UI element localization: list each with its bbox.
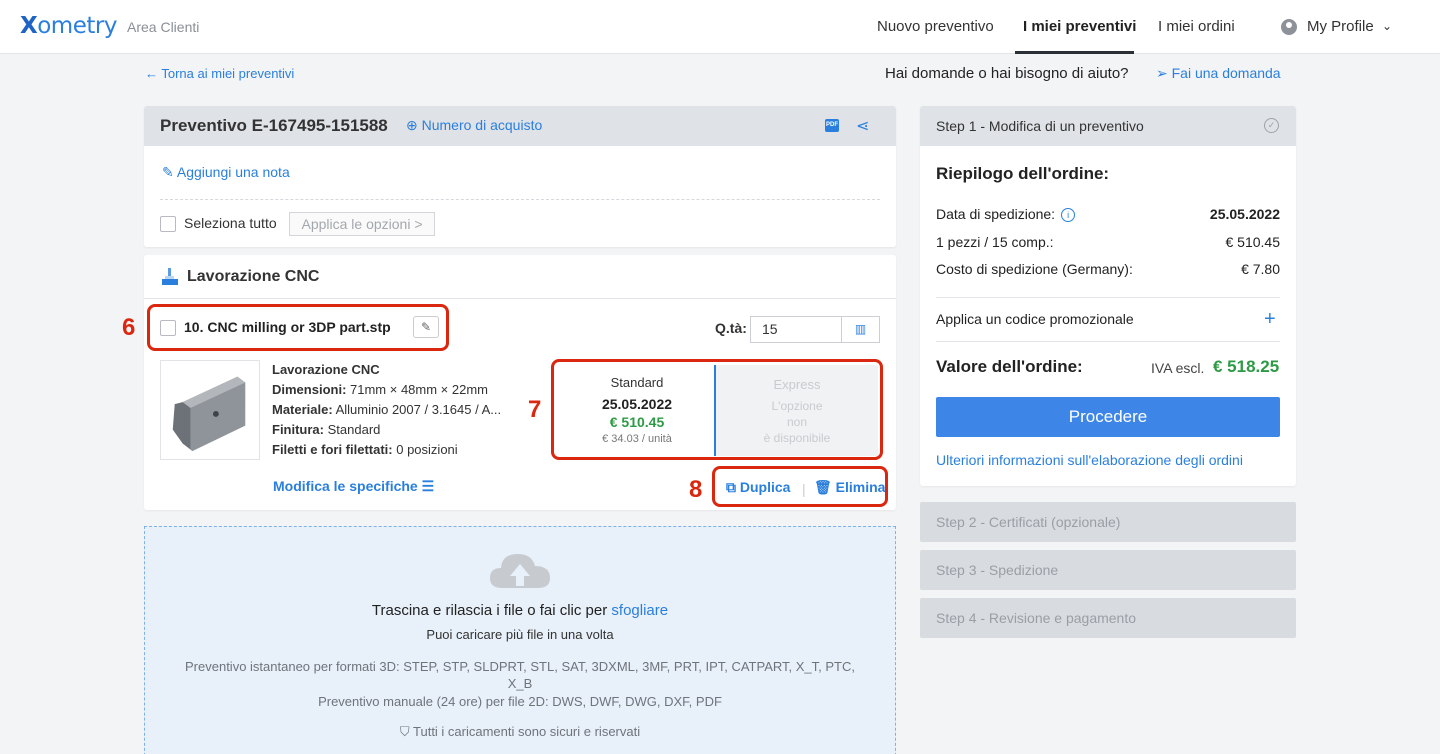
spec-mat-value: Alluminio 2007 / 3.1645 / A... (332, 402, 502, 417)
annotation-8: 8 (689, 476, 703, 503)
nav-my-orders[interactable]: I miei ordini (1158, 18, 1235, 35)
po-label: Numero di acquisto (421, 117, 543, 133)
modify-label: Modifica le specifiche (273, 478, 418, 494)
area-clienti-label: Area Clienti (127, 19, 200, 35)
pdf-icon[interactable]: PDF (825, 119, 839, 132)
quote-title: Preventivo E-167495-151588 (160, 116, 388, 135)
upload-3d-formats: Preventivo istantaneo per formati 3D: ST… (185, 659, 855, 691)
quote-header: Preventivo E-167495-151588 ⊕ Numero di a… (144, 106, 896, 146)
cnc-section-title: Lavorazione CNC (187, 268, 320, 285)
chevron-down-icon[interactable]: ⌄ (1382, 19, 1392, 33)
annotation-box-7 (551, 359, 883, 460)
upload-instruction: Trascina e rilascia i file o fai clic pe… (144, 602, 896, 619)
upload-secure: ⛉ Tutti i caricamenti sono sicuri e rise… (144, 724, 896, 740)
order-info-link[interactable]: Ulteriori informazioni sull'elaborazione… (936, 452, 1243, 468)
step1-title: Step 1 - Modifica di un preventivo (936, 118, 1144, 134)
pieces-value: € 510.45 (1225, 234, 1281, 250)
select-all-checkbox[interactable] (160, 216, 176, 232)
divider (936, 297, 1280, 298)
spec-fin-value: Standard (324, 422, 381, 437)
nav-my-quotes[interactable]: I miei preventivi (1023, 18, 1136, 35)
select-all-label: Seleziona tutto (184, 215, 277, 231)
step1-header[interactable]: Step 1 - Modifica di un preventivo ✓ (920, 106, 1296, 146)
ask-question-link[interactable]: ➢ Fai una domanda (1156, 65, 1281, 82)
order-total-label: Valore dell'ordine: (936, 357, 1083, 376)
spec-thr-value: 0 posizioni (392, 442, 458, 457)
nav-new-quote[interactable]: Nuovo preventivo (877, 18, 994, 35)
upload-text: Trascina e rilascia i file o fai clic pe… (371, 602, 612, 619)
info-icon[interactable]: i (1061, 208, 1076, 223)
plus-icon[interactable]: + (1264, 308, 1276, 331)
paper-plane-icon: ➢ (1156, 65, 1172, 81)
ship-cost-label: Costo di spedizione (Germany): (936, 261, 1133, 277)
divider (936, 341, 1280, 342)
plus-circle-icon: ⊕ (406, 117, 422, 133)
help-text: Hai domande o hai bisogno di aiuto? (885, 65, 1129, 82)
step3-header[interactable]: Step 3 - Spedizione (920, 550, 1296, 590)
spec-dim-label: Dimensioni: (272, 382, 347, 397)
quantity-input[interactable]: 15 (750, 316, 842, 343)
spec-fin-label: Finitura: (272, 422, 324, 437)
cloud-upload-icon (490, 554, 550, 588)
ship-date-value: 25.05.2022 (1209, 206, 1280, 222)
check-circle-icon: ✓ (1264, 118, 1279, 133)
annotation-box-8 (712, 466, 888, 507)
divider (144, 298, 896, 299)
ship-cost-value: € 7.80 (1241, 261, 1280, 277)
xometry-logo[interactable]: Xometry (20, 13, 117, 39)
apply-options-button[interactable]: Applica le opzioni > (289, 212, 435, 236)
part-specs: Lavorazione CNC Dimensioni: 71mm × 48mm … (272, 360, 501, 460)
upload-secure-text: Tutti i caricamenti sono sicuri e riserv… (413, 724, 641, 739)
cnc-machine-icon (162, 268, 178, 285)
spec-dim-value: 71mm × 48mm × 22mm (346, 382, 489, 397)
sliders-icon: ☰ (417, 478, 435, 494)
active-nav-underline (1015, 51, 1134, 54)
ask-label: Fai una domanda (1171, 65, 1281, 81)
add-note-link[interactable]: ✎ Aggiungi una nota (162, 164, 290, 181)
quantity-label: Q.tà: (715, 320, 747, 336)
ship-date-text: Data di spedizione: (936, 206, 1056, 222)
ship-date-label: Data di spedizione: i (936, 206, 1076, 223)
profile-menu[interactable]: My Profile (1307, 18, 1374, 35)
purchase-number-link[interactable]: ⊕ Numero di acquisto (406, 117, 542, 134)
bar-chart-icon[interactable]: ▥ (841, 316, 880, 343)
top-navbar: Xometry Area Clienti Nuovo preventivo I … (0, 0, 1440, 54)
back-link[interactable]: ← Torna ai miei preventivi (145, 66, 294, 81)
part-thumbnail (160, 360, 260, 460)
upload-2d-formats: Preventivo manuale (24 ore) per file 2D:… (318, 694, 722, 709)
summary-title: Riepilogo dell'ordine: (936, 164, 1110, 183)
step2-header[interactable]: Step 2 - Certificati (opzionale) (920, 502, 1296, 542)
edit-icon: ✎ (162, 164, 177, 180)
browse-link[interactable]: sfogliare (611, 602, 668, 619)
pieces-label: 1 pezzi / 15 comp.: (936, 234, 1054, 250)
avatar-icon[interactable] (1281, 19, 1297, 35)
logo-x: X (20, 13, 38, 39)
shield-icon: ⛉ (399, 724, 414, 739)
add-note-label: Aggiungi una nota (176, 164, 290, 180)
divider (160, 199, 880, 200)
upload-multiple-text: Puoi caricare più file in una volta (426, 627, 614, 642)
spec-mat-label: Materiale: (272, 402, 333, 417)
vat-excluded-label: IVA escl. (1151, 360, 1205, 376)
logo-text: ometry (37, 13, 117, 39)
annotation-6: 6 (122, 314, 136, 341)
annotation-7: 7 (528, 396, 542, 423)
promo-code-link[interactable]: Applica un codice promozionale (936, 311, 1134, 327)
spec-process: Lavorazione CNC (272, 362, 380, 377)
share-icon[interactable]: ⋖ (856, 116, 869, 136)
annotation-box-6 (147, 304, 449, 351)
spec-thr-label: Filetti e fori filettati: (272, 442, 393, 457)
step4-header[interactable]: Step 4 - Revisione e pagamento (920, 598, 1296, 638)
modify-specs-link[interactable]: Modifica le specifiche ☰ (273, 478, 434, 495)
order-total-value: € 518.25 (1213, 357, 1280, 376)
proceed-button[interactable]: Procedere (936, 397, 1280, 437)
